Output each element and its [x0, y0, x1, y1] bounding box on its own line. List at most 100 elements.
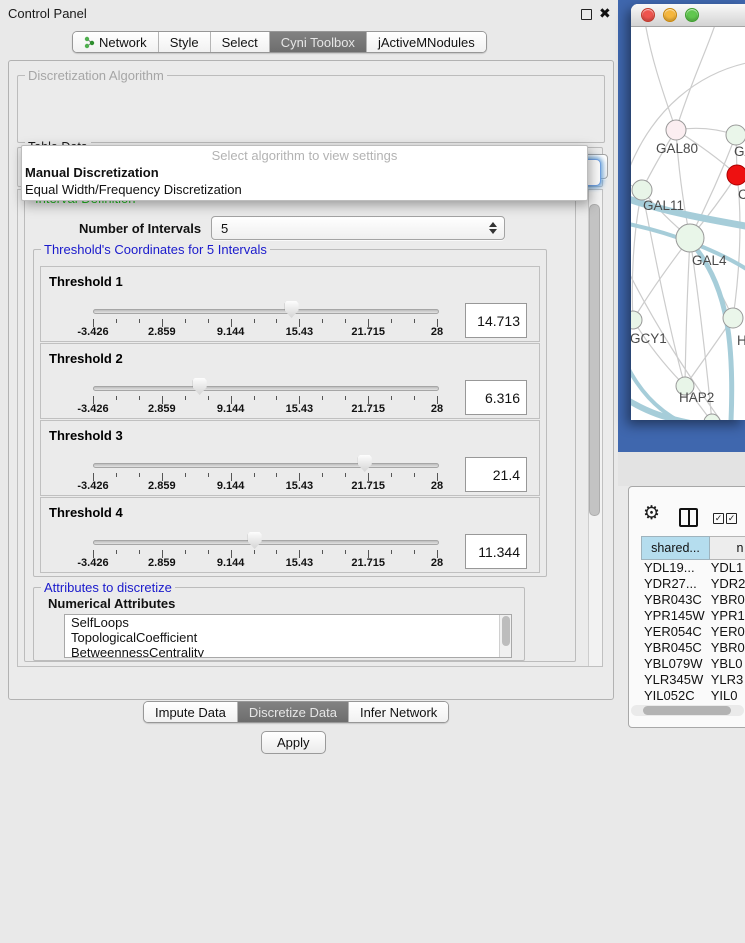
slider-tick-labels: -3.4262.8599.14415.4321.71528 [93, 480, 437, 492]
horizontal-scrollbar[interactable] [631, 705, 744, 716]
network-edge[interactable] [633, 320, 685, 386]
network-edge[interactable] [633, 238, 690, 320]
dropdown-placeholder: Select algorithm to view settings [22, 146, 587, 165]
attribute-item[interactable]: SelfLoops [65, 615, 511, 630]
slider-thumb[interactable] [285, 301, 299, 318]
settings-scrollpane: Interval Definition Number of Intervals … [17, 189, 603, 667]
network-node[interactable] [632, 180, 652, 200]
checkbox-icon[interactable]: ✓ [713, 513, 724, 524]
table-row[interactable]: YER054CYER0 [641, 624, 745, 640]
cell-shared-name: YDR27... [641, 576, 707, 592]
network-edge[interactable] [631, 62, 745, 177]
window-float-icon[interactable] [581, 9, 592, 20]
slider-thumb[interactable] [358, 455, 372, 472]
stepper-arrows-icon [489, 222, 497, 234]
network-edge[interactable] [685, 238, 690, 386]
network-canvas[interactable]: GAL80GACGAL11GAL4GCY1HHAP2 [631, 27, 745, 420]
table-row[interactable]: YDR27...YDR2 [641, 576, 745, 592]
cell-shared-name: YBL079W [641, 656, 707, 672]
network-node[interactable] [727, 165, 745, 185]
cell-shared-name: YDL19... [641, 560, 707, 576]
checkbox-icon[interactable]: ✓ [726, 513, 737, 524]
table-body: YDL19...YDL1YDR27...YDR2YBR043CYBR0YPR14… [641, 560, 745, 704]
vertical-scrollbar[interactable] [588, 190, 602, 666]
column-header[interactable]: n [710, 536, 745, 560]
tab-label: Network [99, 35, 147, 50]
scrollbar-thumb[interactable] [502, 616, 510, 646]
close-icon[interactable]: ✖ [599, 5, 611, 22]
split-columns-icon[interactable] [679, 508, 698, 527]
dropdown-option[interactable]: Manual Discretization [22, 165, 587, 182]
tab-network[interactable]: Network [73, 32, 159, 52]
cell-name: YBR0 [707, 592, 745, 608]
node-label: H [737, 333, 745, 348]
gear-icon[interactable]: ⚙ [643, 504, 660, 523]
threshold-label: Threshold 2 [49, 351, 123, 366]
table-row[interactable]: YBL079WYBL0 [641, 656, 745, 672]
threshold-value-field[interactable]: 21.4 [465, 457, 527, 492]
apply-button[interactable]: Apply [261, 731, 326, 754]
table-header: shared... n [641, 536, 745, 560]
cell-shared-name: YPR145W [641, 608, 707, 624]
tab-cyni-toolbox[interactable]: Cyni Toolbox [270, 32, 367, 52]
minimize-traffic-icon[interactable] [663, 8, 677, 22]
cell-name: YER0 [707, 624, 745, 640]
table-row[interactable]: YDL19...YDL1 [641, 560, 745, 576]
dropdown-option[interactable]: Equal Width/Frequency Discretization [22, 182, 587, 199]
slider-track[interactable] [93, 309, 439, 314]
num-intervals-combobox[interactable]: 5 [211, 216, 505, 240]
network-node[interactable] [726, 125, 745, 145]
zoom-traffic-icon[interactable] [685, 8, 699, 22]
slider-thumb[interactable] [248, 532, 262, 549]
discretization-algorithm-group: Discretization Algorithm [17, 75, 605, 143]
num-intervals-label: Number of Intervals [79, 221, 201, 236]
network-node[interactable] [676, 224, 704, 252]
scrollbar-thumb[interactable] [589, 204, 600, 516]
threshold-value-field[interactable]: 6.316 [465, 380, 527, 415]
network-node[interactable] [666, 120, 686, 140]
threshold-panel: Threshold 1-3.4262.8599.14415.4321.71528… [40, 266, 540, 342]
network-edge[interactable] [676, 27, 716, 130]
group-title: Threshold's Coordinates for 5 Intervals [41, 242, 270, 257]
network-window-titlebar[interactable] [631, 4, 745, 27]
list-scrollbar[interactable] [499, 615, 511, 657]
algorithm-dropdown-popup: Select algorithm to view settings Manual… [21, 145, 588, 201]
slider-track[interactable] [93, 386, 439, 391]
tab-impute-data[interactable]: Impute Data [144, 702, 238, 722]
scrollbar-thumb[interactable] [643, 706, 731, 715]
control-panel-titlebar: Control Panel ✖ [0, 0, 618, 28]
network-node[interactable] [723, 308, 743, 328]
threshold-label: Threshold 4 [49, 505, 123, 520]
table-row[interactable]: YLR345WYLR3 [641, 672, 745, 688]
network-node[interactable] [631, 311, 642, 329]
table-row[interactable]: YPR145WYPR1 [641, 608, 745, 624]
node-label: GA [734, 144, 745, 159]
node-label: C [738, 187, 745, 202]
tab-jactivemnodules[interactable]: jActiveMNodules [367, 32, 486, 52]
table-row[interactable]: YBR043CYBR0 [641, 592, 745, 608]
network-edge[interactable] [632, 190, 642, 320]
node-label: GAL11 [643, 198, 684, 213]
threshold-value-field[interactable]: 11.344 [465, 534, 527, 569]
tab-select[interactable]: Select [211, 32, 270, 52]
node-label: GCY1 [631, 331, 667, 346]
table-row[interactable]: YBR045CYBR0 [641, 640, 745, 656]
slider-track[interactable] [93, 540, 439, 545]
table-row[interactable]: YIL052CYIL0 [641, 688, 745, 704]
slider-track[interactable] [93, 463, 439, 468]
column-header[interactable]: shared... [641, 536, 710, 560]
tab-infer-network[interactable]: Infer Network [349, 702, 448, 722]
tab-discretize-data[interactable]: Discretize Data [238, 702, 349, 722]
attribute-item[interactable]: TopologicalCoefficient [65, 630, 511, 645]
slider-thumb[interactable] [193, 378, 207, 395]
threshold-value-field[interactable]: 14.713 [465, 303, 527, 338]
network-edge[interactable] [645, 27, 676, 130]
close-traffic-icon[interactable] [641, 8, 655, 22]
tab-style[interactable]: Style [159, 32, 211, 52]
attribute-list[interactable]: SelfLoopsTopologicalCoefficientBetweenne… [64, 614, 512, 658]
cell-name: YPR1 [707, 608, 745, 624]
network-edge[interactable] [642, 190, 685, 386]
interval-definition-group: Interval Definition Number of Intervals … [24, 198, 576, 662]
attribute-item[interactable]: BetweennessCentrality [65, 645, 511, 658]
tab-label: Infer Network [360, 705, 437, 720]
